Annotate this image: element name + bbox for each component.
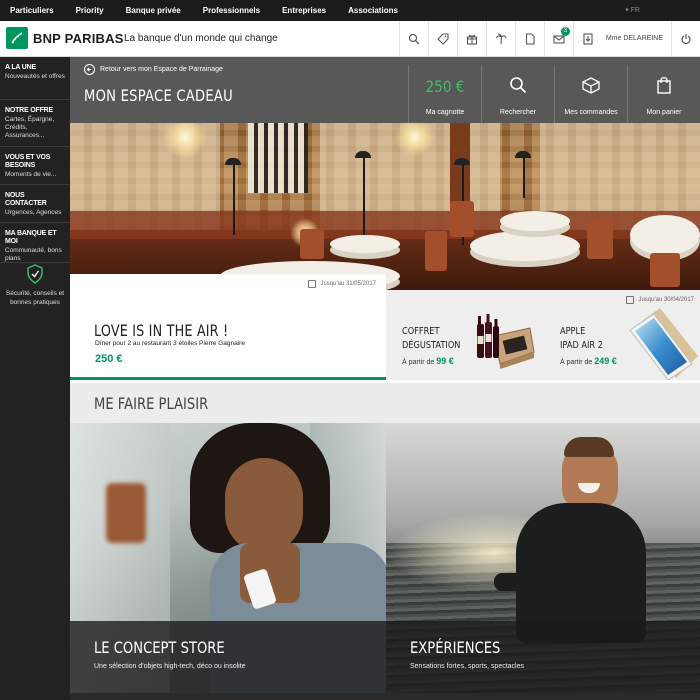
top-navigation: Particuliers Priority Banque privée Prof… — [0, 0, 700, 21]
tile-caption: LE CONCEPT STORE Une sélection d'objets … — [70, 621, 386, 700]
mail-badge: 3 — [560, 27, 570, 36]
offer-date-chip: Jusqu'au 30/04/2017 — [626, 296, 694, 304]
tile-title: EXPÉRIENCES — [410, 638, 501, 657]
sidebar-item-notre-offre[interactable]: NOTRE OFFRE Cartes, Épargne, Crédits, As… — [0, 100, 70, 147]
sidebar-item-subtitle: Moments de vie... — [5, 171, 57, 178]
palm-tree-icon[interactable] — [485, 21, 515, 57]
experiences-tile[interactable]: EXPÉRIENCES Sensations fortes, sports, s… — [386, 423, 700, 700]
cagnotte-value: 250 € — [425, 77, 465, 96]
section-header: ME FAIRE PLAISIR — [70, 383, 700, 423]
bnp-logo-icon[interactable] — [6, 27, 28, 49]
page-title-band: Retour vers mon Espace de Parrainage MON… — [70, 57, 700, 123]
gift-icon[interactable] — [456, 21, 486, 57]
coffret-degustation-card[interactable]: COFFRET DÉGUSTATION À partir de 99 € — [386, 290, 544, 380]
account-actions: 250 € Ma cagnotte Rechercher Mes command… — [408, 65, 700, 123]
product-price-line: À partir de 99 € — [402, 356, 454, 366]
nav-associations[interactable]: Associations — [337, 0, 409, 21]
tile-title: LE CONCEPT STORE — [94, 638, 225, 657]
cart-button[interactable]: Mon panier — [627, 65, 700, 123]
shield-icon[interactable] — [26, 264, 44, 284]
language-selector[interactable]: ▾ FR — [625, 0, 640, 21]
offer-date: Jusqu'au 31/05/2017 — [320, 281, 376, 287]
cart-label: Mon panier — [646, 109, 682, 116]
sidebar: A LA UNE Nouveautés et offres NOTRE OFFR… — [0, 57, 70, 700]
search-icon[interactable] — [398, 21, 428, 57]
tag-icon[interactable] — [427, 21, 457, 57]
cagnotte-button[interactable]: 250 € Ma cagnotte — [408, 65, 481, 123]
nav-professionnels[interactable]: Professionnels — [192, 0, 271, 21]
sidebar-item-subtitle: Urgences, Agences — [5, 209, 62, 216]
nav-banque-privee[interactable]: Banque privée — [115, 0, 192, 21]
header-toolbar: 3 Mme DELAREINE — [398, 21, 700, 57]
tile-caption: EXPÉRIENCES Sensations fortes, sports, s… — [386, 621, 700, 700]
orders-button[interactable]: Mes commandes — [554, 65, 627, 123]
sidebar-item-subtitle: Nouveautés et offres — [5, 73, 65, 80]
price-prefix: À partir de — [560, 359, 593, 366]
document-icon[interactable] — [514, 21, 544, 57]
mail-icon[interactable]: 3 — [543, 21, 573, 57]
brand-name[interactable]: BNP PARIBAS — [33, 31, 124, 46]
sidebar-item-title: NOUS CONTACTER — [5, 192, 47, 207]
product-title-line2: DÉGUSTATION — [402, 340, 461, 351]
nav-particuliers[interactable]: Particuliers — [0, 0, 65, 21]
sidebar-item-title: A LA UNE — [5, 64, 36, 71]
product-title-line2: IPAD AIR 2 — [560, 340, 603, 351]
product-price: 99 € — [436, 356, 454, 366]
nav-entreprises[interactable]: Entreprises — [271, 0, 337, 21]
arrow-left-icon — [84, 64, 95, 75]
sidebar-item-title: MA BANQUE ET MOI — [5, 230, 57, 245]
box-icon — [581, 77, 601, 94]
ipad-image — [629, 308, 698, 380]
download-icon[interactable] — [572, 21, 602, 57]
tile-subtitle: Sensations fortes, sports, spectacles — [410, 663, 524, 670]
language-label: FR — [630, 7, 640, 14]
cagnotte-label: Ma cagnotte — [425, 109, 465, 116]
nav-priority[interactable]: Priority — [65, 0, 115, 21]
shopping-bag-icon — [657, 77, 671, 94]
sidebar-item-title: NOTRE OFFRE — [5, 107, 53, 114]
calendar-icon — [308, 280, 317, 288]
sidebar-item-subtitle: Cartes, Épargne, Crédits, Assurances... — [5, 116, 55, 139]
calendar-icon — [626, 296, 635, 304]
offer-price: 250 € — [95, 353, 123, 365]
page-title: MON ESPACE CADEAU — [84, 86, 233, 105]
search-icon — [510, 77, 527, 94]
apple-ipad-card[interactable]: Jusqu'au 30/04/2017 APPLE IPAD AIR 2 À pa… — [544, 290, 700, 380]
search-button[interactable]: Rechercher — [481, 65, 554, 123]
sidebar-item-title: VOUS ET VOS BESOINS — [5, 154, 51, 169]
bottom-bar — [70, 693, 700, 700]
tile-subtitle: Une sélection d'objets high-tech, déco o… — [94, 663, 246, 670]
sidebar-item-vous-et-vos-besoins[interactable]: VOUS ET VOS BESOINS Moments de vie... — [0, 147, 70, 185]
product-title: APPLE IPAD AIR 2 — [560, 325, 603, 353]
concept-store-tile[interactable]: LE CONCEPT STORE Une sélection d'objets … — [70, 423, 386, 700]
brand-tagline: La banque d'un monde qui change — [124, 33, 278, 44]
price-prefix: À partir de — [402, 359, 435, 366]
sidebar-item-ma-banque-et-moi[interactable]: MA BANQUE ET MOI Communauté, bons plans — [0, 223, 70, 263]
search-label: Rechercher — [499, 109, 537, 116]
site-header: BNP PARIBAS La banque d'un monde qui cha… — [0, 21, 700, 57]
sidebar-item-a-la-une[interactable]: A LA UNE Nouveautés et offres — [0, 57, 70, 100]
orders-label: Mes commandes — [564, 109, 618, 116]
product-title-line1: APPLE — [560, 326, 586, 337]
offer-date-chip: Jusqu'au 31/05/2017 — [308, 280, 376, 288]
product-price: 249 € — [594, 356, 617, 366]
product-title: COFFRET DÉGUSTATION — [402, 325, 460, 353]
section-title: ME FAIRE PLAISIR — [94, 394, 209, 413]
wine-box-image — [477, 314, 535, 369]
offer-description: Dîner pour 2 au restaurant 3 étoiles Pie… — [95, 340, 245, 347]
user-name[interactable]: Mme DELAREINE — [602, 21, 671, 57]
offer-title: LOVE IS IN THE AIR ! — [94, 321, 229, 340]
offer-date: Jusqu'au 30/04/2017 — [638, 297, 694, 303]
featured-offer-card[interactable]: Jusqu'au 31/05/2017 LOVE IS IN THE AIR !… — [70, 274, 386, 380]
back-link-label: Retour vers mon Espace de Parrainage — [100, 66, 223, 73]
back-link[interactable]: Retour vers mon Espace de Parrainage — [84, 64, 223, 75]
sidebar-item-subtitle: Communauté, bons plans — [5, 247, 62, 262]
power-icon[interactable] — [671, 21, 700, 57]
security-link[interactable]: Sécurité, conseils et bonnes pratiques — [4, 289, 66, 307]
product-title-line1: COFFRET — [402, 326, 440, 337]
sidebar-item-nous-contacter[interactable]: NOUS CONTACTER Urgences, Agences — [0, 185, 70, 223]
product-price-line: À partir de 249 € — [560, 356, 617, 366]
hero-restaurant-image[interactable] — [70, 123, 700, 290]
